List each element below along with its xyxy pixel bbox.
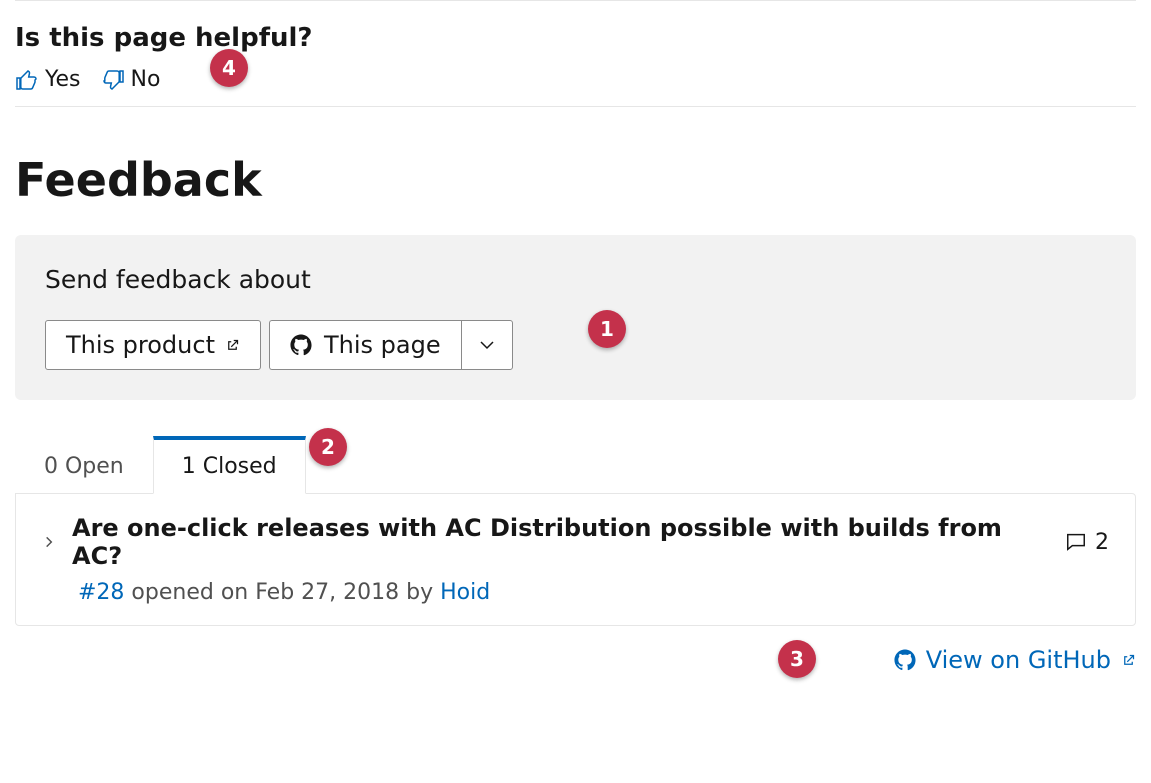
- callout-1: 1: [588, 310, 626, 348]
- chevron-right-icon: [42, 530, 56, 554]
- top-divider: [15, 0, 1136, 1]
- github-icon: [290, 334, 312, 356]
- this-page-button[interactable]: This page: [269, 320, 461, 370]
- this-page-label: This page: [324, 331, 441, 359]
- tab-closed[interactable]: 1 Closed: [153, 436, 306, 494]
- comment-icon: [1065, 531, 1087, 553]
- comment-count: 2: [1095, 530, 1109, 555]
- issue-meta: #28 opened on Feb 27, 2018 by Hoid: [78, 580, 1109, 605]
- callout-3: 3: [778, 640, 816, 678]
- issue-row[interactable]: Are one-click releases with AC Distribut…: [42, 514, 1109, 570]
- helpful-row: Yes No 4: [15, 67, 1136, 107]
- feedback-heading: Feedback: [15, 153, 1136, 207]
- feedback-box: Send feedback about This product This pa…: [15, 235, 1136, 400]
- helpful-yes-button[interactable]: Yes: [15, 67, 81, 92]
- thumbs-up-icon: [15, 68, 39, 92]
- issue-author[interactable]: Hoid: [440, 580, 490, 605]
- callout-4: 4: [210, 49, 248, 87]
- tab-open[interactable]: 0 Open: [15, 439, 153, 493]
- this-product-button[interactable]: This product: [45, 320, 261, 370]
- this-page-dropdown-button[interactable]: [461, 320, 513, 370]
- feedback-subheading: Send feedback about: [45, 265, 1106, 294]
- footer-row: 3 View on GitHub: [15, 646, 1136, 674]
- view-on-github-link[interactable]: View on GitHub: [894, 646, 1136, 674]
- feedback-tabs: 0 Open 1 Closed 2: [15, 436, 1136, 493]
- no-label: No: [131, 67, 161, 92]
- external-link-icon: [1121, 653, 1136, 668]
- this-page-split-button: This page: [269, 320, 513, 370]
- issue-number[interactable]: #28: [78, 580, 124, 605]
- issue-title: Are one-click releases with AC Distribut…: [72, 514, 1049, 570]
- callout-2: 2: [309, 428, 347, 466]
- github-icon: [894, 649, 916, 671]
- chevron-down-icon: [478, 336, 496, 354]
- yes-label: Yes: [45, 67, 81, 92]
- feedback-button-row: This product This page 1: [45, 320, 1106, 370]
- this-product-label: This product: [66, 331, 215, 359]
- external-link-icon: [225, 338, 240, 353]
- thumbs-down-icon: [101, 68, 125, 92]
- github-link-label: View on GitHub: [926, 646, 1111, 674]
- issue-list: Are one-click releases with AC Distribut…: [15, 493, 1136, 626]
- issue-comments: 2: [1065, 530, 1109, 555]
- helpful-heading: Is this page helpful?: [15, 23, 1136, 53]
- issue-meta-text: opened on Feb 27, 2018 by: [124, 580, 440, 605]
- helpful-no-button[interactable]: No: [101, 67, 161, 92]
